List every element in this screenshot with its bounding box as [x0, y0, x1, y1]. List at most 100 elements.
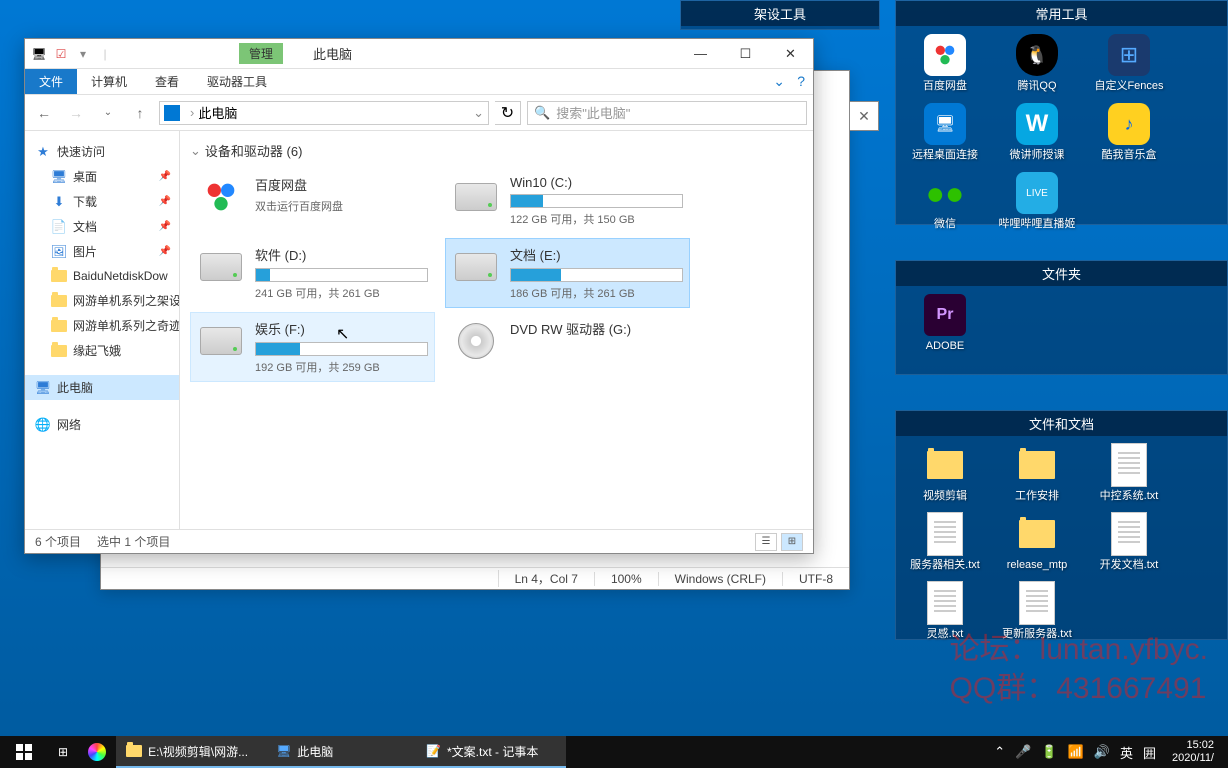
- fence-title[interactable]: 文件和文档: [896, 411, 1227, 436]
- tiles-view-button[interactable]: ⊞: [781, 533, 803, 551]
- pc-icon: 🖥: [35, 380, 51, 396]
- fence-title[interactable]: 常用工具: [896, 1, 1227, 26]
- tab-view[interactable]: 查看: [141, 69, 193, 94]
- taskbar-explorer-2[interactable]: 🖥此电脑: [266, 736, 416, 768]
- help-icon[interactable]: ?: [797, 73, 805, 89]
- file-server-txt[interactable]: 服务器相关.txt: [904, 513, 986, 572]
- maximize-button[interactable]: ☐: [723, 39, 768, 69]
- tray-ime-lang[interactable]: 英: [1120, 743, 1133, 762]
- tray-volume-icon[interactable]: 🔊: [1094, 744, 1110, 760]
- tray-network-icon[interactable]: 📶: [1068, 744, 1084, 760]
- search-input[interactable]: 🔍 搜索"此电脑": [527, 101, 807, 125]
- notepad-close-peek[interactable]: ✕: [849, 101, 879, 131]
- explorer-window: 🖥 ☑ ▾ | 管理 此电脑 — ☐ ✕ 文件 计算机 查看 驱动器工具 ⌄ ?…: [24, 38, 814, 554]
- address-dropdown-icon[interactable]: ⌄: [473, 105, 484, 121]
- fence-title[interactable]: 架设工具: [681, 1, 879, 26]
- tray-chevron-up-icon[interactable]: ⌃: [994, 744, 1005, 760]
- fence-title[interactable]: 文件夹: [896, 261, 1227, 286]
- tray-battery-icon[interactable]: 🔋: [1041, 744, 1057, 760]
- fence-common-tools: 常用工具 百度网盘 🐧腾讯QQ ⊞自定义Fences 🖥远程桌面连接 W微讲师授…: [895, 0, 1228, 225]
- pin-icon: 📌: [159, 246, 171, 257]
- folder-video-edit[interactable]: 视频剪辑: [904, 444, 986, 503]
- search-placeholder: 搜索"此电脑": [556, 103, 630, 122]
- sidebar-game-folder-1[interactable]: 网游单机系列之架设: [25, 288, 179, 313]
- forward-button[interactable]: →: [63, 100, 89, 126]
- app-bilibili-live[interactable]: LIVE哔哩哔哩直播姬: [996, 172, 1078, 231]
- sidebar: ★快速访问 🖥桌面📌 ⬇下载📌 📄文档📌 🖼图片📌 BaiduNetdiskDo…: [25, 131, 180, 529]
- taskbar-app-browser[interactable]: [78, 736, 116, 768]
- tray-mic-icon[interactable]: 🎤: [1015, 744, 1031, 760]
- file-dev-doc-txt[interactable]: 开发文档.txt: [1088, 513, 1170, 572]
- taskbar: ⊞ E:\视频剪辑\网游... 🖥此电脑 📝*文案.txt - 记事本 ⌃ 🎤 …: [0, 736, 1228, 768]
- sidebar-downloads[interactable]: ⬇下载📌: [25, 189, 179, 214]
- drive-item[interactable]: Win10 (C:) 122 GB 可用，共 150 GB: [445, 168, 690, 234]
- system-tray: ⌃ 🎤 🔋 📶 🔊 英 囲 15:02 2020/11/: [986, 739, 1228, 765]
- sidebar-yuan-folder[interactable]: 缘起飞娥: [25, 338, 179, 363]
- sidebar-game-folder-2[interactable]: 网游单机系列之奇迹: [25, 313, 179, 338]
- app-weijiangshi[interactable]: W微讲师授课: [996, 103, 1078, 162]
- tab-drive-tools[interactable]: 驱动器工具: [193, 69, 281, 94]
- task-view-button[interactable]: ⊞: [48, 736, 78, 768]
- sidebar-baidu-folder[interactable]: BaiduNetdiskDow: [25, 264, 179, 288]
- app-rdp[interactable]: 🖥远程桌面连接: [904, 103, 986, 162]
- sidebar-documents[interactable]: 📄文档📌: [25, 214, 179, 239]
- qat-dropdown-icon[interactable]: ▾: [73, 44, 93, 64]
- app-baidu-netdisk[interactable]: 百度网盘: [904, 34, 986, 93]
- drive-usage-bar: [510, 268, 683, 282]
- taskbar-clock[interactable]: 15:02 2020/11/: [1166, 739, 1220, 765]
- title-bar[interactable]: 🖥 ☑ ▾ | 管理 此电脑 — ☐ ✕: [25, 39, 813, 69]
- refresh-button[interactable]: ↻: [495, 101, 521, 125]
- sidebar-desktop[interactable]: 🖥桌面📌: [25, 164, 179, 189]
- back-button[interactable]: ←: [31, 100, 57, 126]
- drive-item[interactable]: 文档 (E:) 186 GB 可用，共 261 GB: [445, 238, 690, 308]
- file-linggan-txt[interactable]: 灵感.txt: [904, 582, 986, 641]
- up-button[interactable]: ↑: [127, 100, 153, 126]
- star-icon: ★: [35, 144, 51, 160]
- item-count: 6 个项目: [35, 533, 81, 550]
- folder-work-schedule[interactable]: 工作安排: [996, 444, 1078, 503]
- sidebar-this-pc[interactable]: 🖥此电脑: [25, 375, 179, 400]
- close-button[interactable]: ✕: [768, 39, 813, 69]
- recent-dropdown[interactable]: ⌄: [95, 100, 121, 126]
- folder-adobe[interactable]: PrADOBE: [904, 294, 986, 353]
- drive-item[interactable]: 娱乐 (F:) 192 GB 可用，共 259 GB: [190, 312, 435, 382]
- sidebar-quick-access[interactable]: ★快速访问: [25, 139, 179, 164]
- file-zhongkong-txt[interactable]: 中控系统.txt: [1088, 444, 1170, 503]
- folder-release-mtp[interactable]: release_mtp: [996, 513, 1078, 572]
- breadcrumb-item[interactable]: 此电脑: [198, 103, 237, 122]
- content-area[interactable]: ⌄设备和驱动器 (6) 百度网盘 双击运行百度网盘 Win10 (C:) 122…: [180, 131, 813, 529]
- app-qq[interactable]: 🐧腾讯QQ: [996, 34, 1078, 93]
- file-update-server-txt[interactable]: 更新服务器.txt: [996, 582, 1078, 641]
- address-bar[interactable]: › 此电脑 ⌄: [159, 101, 489, 125]
- folder-icon: [51, 293, 67, 309]
- ribbon-context-tab[interactable]: 管理: [239, 43, 283, 64]
- start-button[interactable]: [0, 736, 48, 768]
- drive-icon: [452, 179, 500, 215]
- sidebar-network[interactable]: 🌐网络: [25, 412, 179, 437]
- drive-item[interactable]: 百度网盘 双击运行百度网盘: [190, 168, 435, 234]
- chevron-down-icon[interactable]: ⌄: [190, 143, 201, 159]
- window-title: 此电脑: [313, 44, 352, 63]
- properties-icon[interactable]: ☑: [51, 44, 71, 64]
- nav-bar: ← → ⌄ ↑ › 此电脑 ⌄ ↻ 🔍 搜索"此电脑": [25, 95, 813, 131]
- app-kuwo[interactable]: ♪酷我音乐盒: [1088, 103, 1170, 162]
- drive-usage-bar: [255, 268, 428, 282]
- tab-computer[interactable]: 计算机: [77, 69, 141, 94]
- group-header[interactable]: ⌄设备和驱动器 (6): [190, 141, 803, 160]
- details-view-button[interactable]: ☰: [755, 533, 777, 551]
- drive-free-space: 192 GB 可用，共 259 GB: [255, 359, 428, 375]
- chevron-right-icon[interactable]: ›: [190, 105, 194, 120]
- notepad-encoding: UTF-8: [782, 572, 849, 586]
- sidebar-pictures[interactable]: 🖼图片📌: [25, 239, 179, 264]
- tab-file[interactable]: 文件: [25, 69, 77, 94]
- taskbar-explorer-1[interactable]: E:\视频剪辑\网游...: [116, 736, 266, 768]
- taskbar-notepad[interactable]: 📝*文案.txt - 记事本: [416, 736, 566, 768]
- pin-icon: 📌: [159, 171, 171, 182]
- drive-item[interactable]: 软件 (D:) 241 GB 可用，共 261 GB: [190, 238, 435, 308]
- tray-ime-mode[interactable]: 囲: [1143, 743, 1156, 762]
- minimize-button[interactable]: —: [678, 39, 723, 69]
- help-icon[interactable]: ⌄: [773, 73, 785, 90]
- drive-item[interactable]: DVD RW 驱动器 (G:): [445, 312, 690, 382]
- app-fences[interactable]: ⊞自定义Fences: [1088, 34, 1170, 93]
- app-wechat[interactable]: ●●微信: [904, 172, 986, 231]
